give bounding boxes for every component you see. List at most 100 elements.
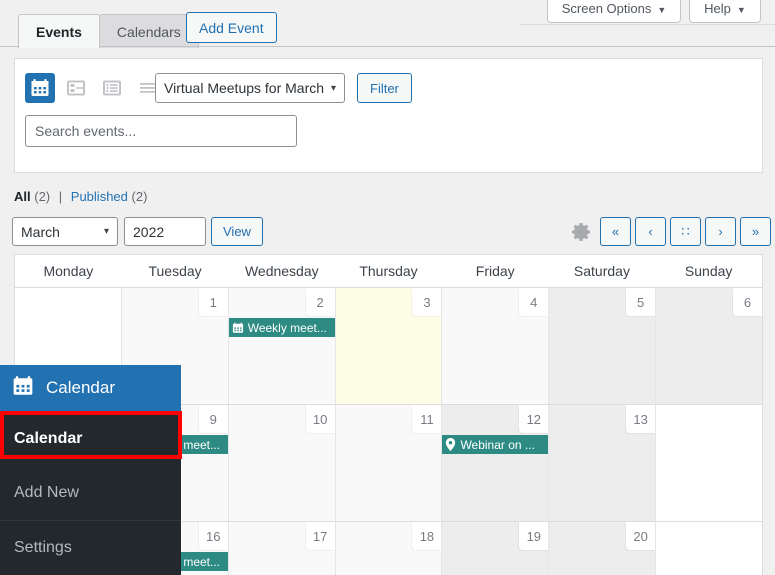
- tab-bar: Events Calendars: [18, 12, 199, 48]
- date-number: 6: [733, 288, 763, 316]
- calendar-day-headers: Monday Tuesday Wednesday Thursday Friday Satu…: [15, 255, 762, 288]
- screen-options-label: Screen Options: [561, 1, 652, 16]
- sidebar-menu: Calendar Add New Settings: [0, 411, 181, 575]
- screen-options-button[interactable]: Screen Options ▼: [547, 0, 681, 23]
- calendar-day-cell-2[interactable]: 2 Weekly meet...: [228, 288, 336, 404]
- day-header-friday: Friday: [475, 263, 515, 279]
- tab-label: Events: [36, 23, 82, 40]
- calendar-day-cell-11[interactable]: 11: [335, 405, 443, 521]
- page-root: Screen Options ▼ Help ▼ Events Calendars …: [0, 0, 775, 575]
- tab-label: Calendars: [116, 23, 181, 40]
- sidebar-item-label: Add New: [14, 484, 79, 501]
- view-label: View: [223, 224, 251, 239]
- chevron-down-icon: ▼: [736, 4, 746, 15]
- date-number: 10: [305, 405, 335, 433]
- date-number: 16: [198, 522, 228, 550]
- calendar-day-cell-10[interactable]: 10: [228, 405, 336, 521]
- day-header-wednesday: Wednesday: [244, 263, 319, 279]
- calendar-day-cell-empty[interactable]: [656, 405, 763, 521]
- tab-divider: [0, 46, 775, 47]
- calendar-day-cell-18[interactable]: 18: [335, 522, 443, 575]
- status-links: All (2) | Published (2): [14, 189, 147, 204]
- day-header-thursday: Thursday: [359, 263, 418, 279]
- date-number: 4: [519, 288, 549, 316]
- sidebar-header[interactable]: Calendar: [0, 365, 181, 411]
- status-count-published: (2): [131, 189, 148, 204]
- nav-prev-button[interactable]: ‹: [635, 217, 666, 246]
- calendar-day-cell-4[interactable]: 4: [442, 288, 550, 404]
- status-link-published[interactable]: Published: [71, 189, 128, 204]
- tab-calendars[interactable]: Calendars: [98, 14, 199, 48]
- year-input[interactable]: [124, 217, 206, 246]
- help-button[interactable]: Help ▼: [689, 0, 761, 23]
- grid-view-icon[interactable]: [61, 73, 91, 103]
- calendar-day-cell-3[interactable]: 3: [335, 288, 443, 404]
- calendar-icon: [232, 322, 244, 334]
- date-number: 13: [626, 405, 656, 433]
- admin-sidebar: Calendar Calendar Add New Settings: [0, 365, 181, 575]
- chevron-down-icon: ▾: [330, 82, 336, 94]
- event-pill[interactable]: Webinar on ...: [442, 435, 549, 454]
- sidebar-item-label: Settings: [14, 539, 72, 556]
- date-number: 12: [519, 405, 549, 433]
- event-title: Webinar on ...: [460, 437, 535, 452]
- meta-divider: [520, 24, 775, 25]
- chevron-down-icon: ▼: [657, 4, 667, 15]
- sidebar-header-label: Calendar: [46, 378, 115, 397]
- date-number: 1: [198, 288, 228, 316]
- date-number: 11: [412, 405, 442, 433]
- event-title: Weekly meet...: [247, 320, 327, 335]
- nav-next-button[interactable]: ›: [705, 217, 736, 246]
- calendar-filter-value: Virtual Meetups for March: [164, 80, 325, 96]
- list-view-icon[interactable]: [97, 73, 127, 103]
- calendar-day-cell-17[interactable]: 17: [228, 522, 336, 575]
- status-link-all[interactable]: All: [14, 189, 31, 204]
- calendar-day-cell-5[interactable]: 5: [549, 288, 657, 404]
- event-pill[interactable]: Weekly meet...: [228, 318, 335, 337]
- gear-icon[interactable]: [571, 221, 593, 243]
- help-label: Help: [704, 1, 731, 16]
- calendar-icon: [12, 375, 34, 402]
- sidebar-item-settings[interactable]: Settings: [0, 521, 181, 575]
- calendar-filter-select[interactable]: Virtual Meetups for March ▾: [155, 73, 345, 103]
- day-header-saturday: Saturday: [573, 263, 630, 279]
- date-number: 3: [412, 288, 442, 316]
- view-mode-switcher: [25, 73, 163, 103]
- date-number: 20: [626, 522, 656, 550]
- date-number: 2: [305, 288, 335, 316]
- chevron-down-icon: ▾: [103, 226, 109, 237]
- add-event-button[interactable]: Add Event: [186, 12, 277, 43]
- add-event-label: Add Event: [199, 19, 264, 36]
- calendar-day-cell-12[interactable]: 12 Webinar on ...: [442, 405, 550, 521]
- date-number: 18: [412, 522, 442, 550]
- sidebar-item-label: Calendar: [14, 429, 83, 447]
- month-select[interactable]: March ▾: [12, 217, 118, 246]
- map-pin-icon: [445, 438, 456, 451]
- status-count-all: (2): [34, 189, 51, 204]
- date-number: 19: [519, 522, 549, 550]
- status-separator: |: [58, 189, 63, 204]
- nav-last-button[interactable]: »: [740, 217, 771, 246]
- nav-first-button[interactable]: «: [600, 217, 631, 246]
- view-button[interactable]: View: [211, 217, 263, 246]
- day-header-tuesday: Tuesday: [148, 263, 202, 279]
- date-number: 5: [626, 288, 656, 316]
- filter-button[interactable]: Filter: [357, 73, 412, 103]
- sidebar-item-add-new[interactable]: Add New: [0, 466, 181, 521]
- search-input[interactable]: [25, 115, 297, 147]
- calendar-day-cell-empty[interactable]: [656, 522, 763, 575]
- sidebar-item-calendar[interactable]: Calendar: [0, 411, 181, 466]
- tab-events[interactable]: Events: [18, 14, 100, 48]
- date-number: 9: [198, 405, 228, 433]
- calendar-day-cell-13[interactable]: 13: [549, 405, 657, 521]
- day-header-monday: Monday: [43, 263, 94, 279]
- toolbar-panel: Virtual Meetups for March ▾ Filter: [14, 58, 763, 173]
- calendar-day-cell-20[interactable]: 20: [549, 522, 657, 575]
- filter-label: Filter: [370, 80, 399, 96]
- calendar-nav-buttons: «‹ ∷ ›»: [600, 217, 771, 246]
- calendar-day-cell-19[interactable]: 19: [442, 522, 550, 575]
- calendar-day-cell-6[interactable]: 6: [656, 288, 763, 404]
- nav-today-button[interactable]: ∷: [670, 217, 701, 246]
- calendar-view-icon[interactable]: [25, 73, 55, 103]
- day-header-sunday: Sunday: [684, 263, 733, 279]
